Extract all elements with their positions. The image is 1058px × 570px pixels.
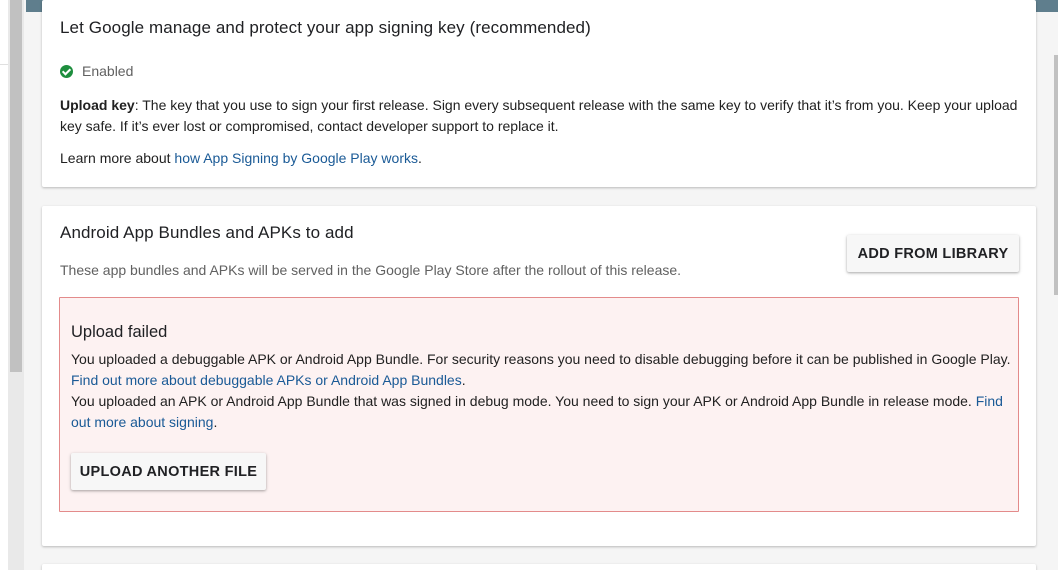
app-bundles-subtitle: These app bundles and APKs will be serve… — [60, 262, 682, 278]
app-signing-info-link[interactable]: how App Signing by Google Play works — [174, 150, 418, 166]
add-from-library-button[interactable]: ADD FROM LIBRARY — [847, 235, 1019, 272]
learn-more-suffix: . — [418, 150, 422, 166]
debuggable-link-suffix: . — [461, 372, 466, 388]
status-label: Enabled — [82, 63, 134, 79]
app-signing-card: Let Google manage and protect your app s… — [42, 0, 1036, 187]
learn-more-line: Learn more about how App Signing by Goog… — [60, 148, 422, 169]
upload-error-message: You uploaded a debuggable APK or Android… — [71, 349, 1011, 433]
upload-key-description: Upload key: The key that you use to sign… — [60, 95, 1020, 137]
upload-error-panel: Upload failed You uploaded a debuggable … — [59, 297, 1019, 512]
debuggable-error-text: You uploaded a debuggable APK or Android… — [71, 351, 1011, 367]
signing-link-suffix: . — [213, 414, 218, 430]
app-signing-status: Enabled — [60, 63, 133, 79]
app-bundles-title: Android App Bundles and APKs to add — [60, 223, 354, 242]
debuggable-info-link[interactable]: Find out more about debuggable APKs or A… — [71, 372, 462, 388]
app-bundles-card: Android App Bundles and APKs to add Thes… — [42, 206, 1036, 546]
upload-key-label: Upload key — [60, 97, 135, 113]
right-scrollbar-thumb[interactable] — [1054, 55, 1058, 295]
app-signing-title: Let Google manage and protect your app s… — [60, 18, 591, 37]
left-panel-edge — [0, 0, 8, 570]
upload-error-title: Upload failed — [71, 323, 168, 341]
learn-more-prefix: Learn more about — [60, 150, 175, 166]
upload-another-file-button[interactable]: UPLOAD ANOTHER FILE — [71, 453, 266, 490]
left-scrollbar-thumb[interactable] — [10, 0, 22, 372]
debug-signed-error-text: You uploaded an APK or Android App Bundl… — [71, 393, 976, 409]
check-circle-icon — [60, 64, 73, 78]
upload-key-text: : The key that you use to sign your firs… — [60, 97, 1018, 134]
next-card — [42, 564, 1036, 570]
left-panel-divider — [0, 64, 8, 65]
